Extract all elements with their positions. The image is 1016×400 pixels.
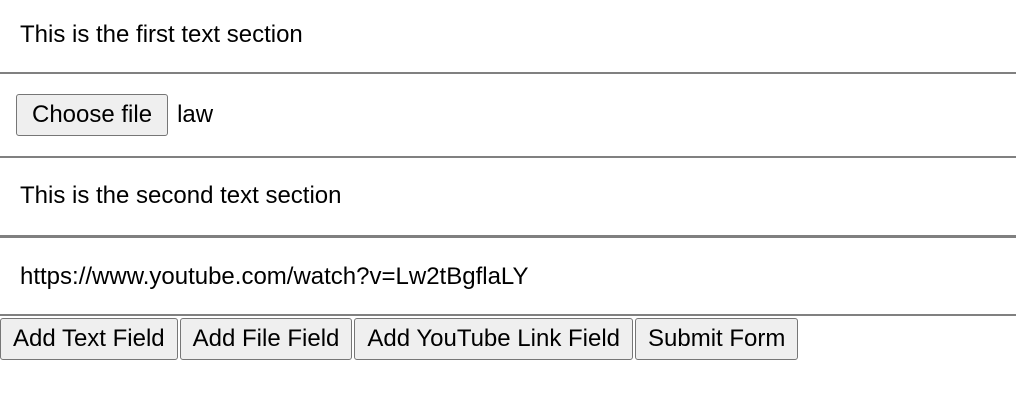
file-section: Choose file law — [0, 74, 1016, 158]
youtube-link-section: https://www.youtube.com/watch?v=Lw2tBgfl… — [0, 238, 1016, 316]
add-text-field-button[interactable]: Add Text Field — [0, 318, 178, 360]
choose-file-button[interactable]: Choose file — [16, 94, 169, 136]
submit-form-button[interactable]: Submit Form — [635, 318, 799, 360]
add-youtube-link-field-button[interactable]: Add YouTube Link Field — [354, 318, 634, 360]
first-text-section: This is the first text section — [0, 0, 1016, 74]
add-file-field-button[interactable]: Add File Field — [179, 318, 353, 360]
second-text-section: This is the second text section — [0, 158, 1016, 238]
second-text-section-content: This is the second text section — [20, 182, 342, 209]
first-text-section-content: This is the first text section — [20, 21, 303, 48]
youtube-link-text[interactable]: https://www.youtube.com/watch?v=Lw2tBgfl… — [20, 263, 529, 290]
form-actions: Add Text Field Add File Field Add YouTub… — [0, 316, 1016, 360]
dynamic-form: This is the first text section Choose fi… — [0, 0, 1016, 360]
selected-file-name: law — [177, 101, 214, 128]
